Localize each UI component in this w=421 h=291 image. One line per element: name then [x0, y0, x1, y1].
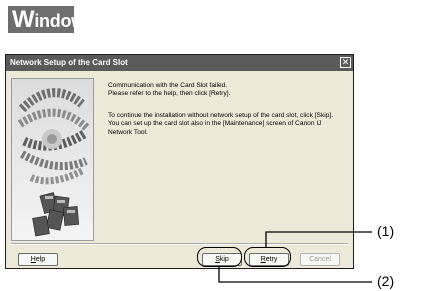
skip-leader-line	[218, 267, 372, 283]
skip-callout-label: (2)	[377, 273, 395, 289]
retry-callout-label: (1)	[377, 223, 395, 239]
retry-leader-line	[265, 231, 372, 247]
callout-leaders	[218, 231, 372, 283]
